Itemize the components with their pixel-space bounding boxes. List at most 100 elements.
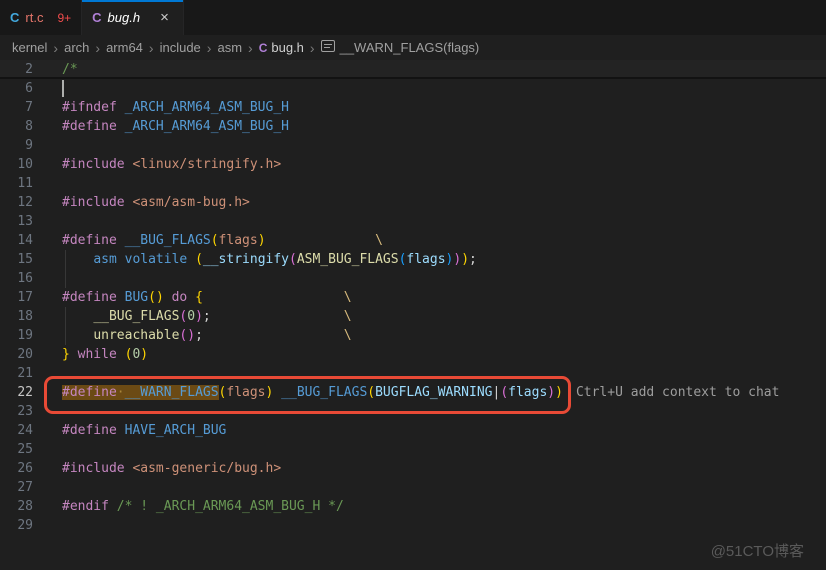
code-line-12[interactable]: 12 #include <asm/asm-bug.h> [0,193,826,212]
breadcrumb-label: kernel [12,40,48,55]
code-line-17[interactable]: 17 #define BUG() do { \ [0,288,826,307]
code-text: /* [62,62,78,77]
line-number: 27 [17,480,33,495]
code-line-24[interactable]: 24 #define HAVE_ARCH_BUG [0,421,826,440]
breadcrumb-label: bug.h [271,40,304,55]
code-text: #include <asm/asm-bug.h> [62,195,250,210]
code-line-27[interactable]: 27 [0,478,826,497]
breadcrumb-item-bug-h[interactable]: Cbug.h [259,40,304,55]
code-line-29[interactable]: 29 [0,516,826,535]
line-number: 10 [17,157,33,172]
breadcrumb-item-asm[interactable]: asm [217,40,242,55]
line-number: 6 [25,81,33,96]
close-icon[interactable]: × [156,8,173,27]
code-line-10[interactable]: 10 #include <linux/stringify.h> [0,155,826,174]
code-text: asm volatile (__stringify(ASM_BUG_FLAGS(… [93,252,477,267]
code-line-15[interactable]: 15 asm volatile (__stringify(ASM_BUG_FLA… [0,250,826,269]
line-number: 2 [25,62,33,77]
code-text: unreachable(); \ [93,328,352,343]
breadcrumb-separator: › [248,39,253,56]
tab-bug.h[interactable]: Cbug.h × [82,0,184,35]
breadcrumb-separator: › [148,39,154,56]
symbol-icon [320,40,335,55]
code-line-23[interactable]: 23 [0,402,826,421]
breadcrumb-item-arch[interactable]: arch [64,40,89,55]
c-file-icon: C [10,10,20,25]
line-number: 28 [17,499,33,514]
breadcrumb-item--warn-flags-flags-[interactable]: __WARN_FLAGS(flags) [320,40,480,55]
code-line-2[interactable]: 2 /* [0,60,826,79]
line-number: 21 [17,366,33,381]
code-text: #define _ARCH_ARM64_ASM_BUG_H [62,119,289,134]
breadcrumb-label: arch [64,40,90,55]
code-line-11[interactable]: 11 [0,174,826,193]
line-number: 23 [17,404,33,419]
line-number: 22 [17,385,33,400]
code-text: #include <asm-generic/bug.h> [62,461,282,476]
code-text: #define __BUG_FLAGS(flags) \ [62,233,383,248]
code-line-7[interactable]: 7 #ifndef _ARCH_ARM64_ASM_BUG_H [0,98,826,117]
breadcrumb-item-include[interactable]: include [160,40,201,55]
line-number: 12 [17,195,33,210]
line-number: 20 [17,347,33,362]
c-file-icon: C [258,40,268,55]
tab-label: bug.h [107,10,141,25]
breadcrumb-separator: › [206,39,212,56]
code-line-25[interactable]: 25 [0,440,826,459]
line-number: 25 [17,442,33,457]
line-number: 15 [17,252,33,267]
breadcrumb-item-kernel[interactable]: kernel [12,40,47,55]
breadcrumb-label: include [159,40,201,55]
code-line-22[interactable]: 22 #define·__WARN_FLAGS(flags) __BUG_FLAG… [0,376,826,414]
code-text: #include <linux/stringify.h> [62,157,282,172]
breadcrumb: kernel › arch › arm64 › include › asm › Cbug.h › __W… [0,35,826,60]
watermark: @51CTO博客 [710,543,804,560]
code-line-13[interactable]: 13 [0,212,826,231]
code-line-16[interactable]: 16 [0,269,826,288]
breadcrumb-label: __WARN_FLAGS(flags) [339,40,480,55]
line-number: 16 [17,271,33,286]
code-line-19[interactable]: 19 unreachable(); \ [0,326,826,345]
line-number: 13 [17,214,33,229]
breadcrumb-item-arm64[interactable]: arm64 [106,40,143,55]
code-line-20[interactable]: 20} while (0) [0,345,826,364]
code-line-18[interactable]: 18 __BUG_FLAGS(0); \ [0,307,826,326]
c-file-icon: C [92,10,102,25]
breadcrumb-separator: › [53,39,59,56]
line-number: 24 [17,423,33,438]
tab-rt.c[interactable]: Crt.c 9+ [0,0,83,35]
tab-label: rt.c [25,10,44,25]
vscode-window: Crt.c 9+ Cbug.h × kernel › arch › arm64 › include… [0,0,826,570]
code-line-26[interactable]: 26 #include <asm-generic/bug.h> [0,459,826,478]
code-text: __BUG_FLAGS(0); \ [93,309,352,324]
line-number: 19 [17,328,33,343]
code-text: #define HAVE_ARCH_BUG [62,423,227,438]
code-line-28[interactable]: 28 #endif /* ! _ARCH_ARM64_ASM_BUG_H */ [0,497,826,516]
line-number: 11 [17,176,33,191]
line-number: 8 [25,119,33,134]
line-number: 18 [17,309,33,324]
code-line-21[interactable]: 21 [0,364,826,383]
line-number: 14 [17,233,33,248]
code-line-14[interactable]: 14 #define __BUG_FLAGS(flags) \ [0,231,826,250]
problems-badge: 9+ [57,10,72,25]
code-editor[interactable]: 2 /* 6 7 #ifndef _ARCH_ARM64_ASM_BUG_H 8 #defi… [0,60,826,535]
breadcrumb-separator: › [309,39,315,56]
breadcrumb-label: arm64 [106,40,143,55]
line-number: 26 [17,461,33,476]
code-line-8[interactable]: 8 #define _ARCH_ARM64_ASM_BUG_H [0,117,826,136]
code-text: #endif /* ! _ARCH_ARM64_ASM_BUG_H */ [62,499,344,514]
code-line-9[interactable]: 9 [0,136,826,155]
breadcrumb-separator: › [95,39,101,56]
code-line-6[interactable]: 6 [0,79,826,98]
breadcrumb-label: asm [217,40,243,55]
